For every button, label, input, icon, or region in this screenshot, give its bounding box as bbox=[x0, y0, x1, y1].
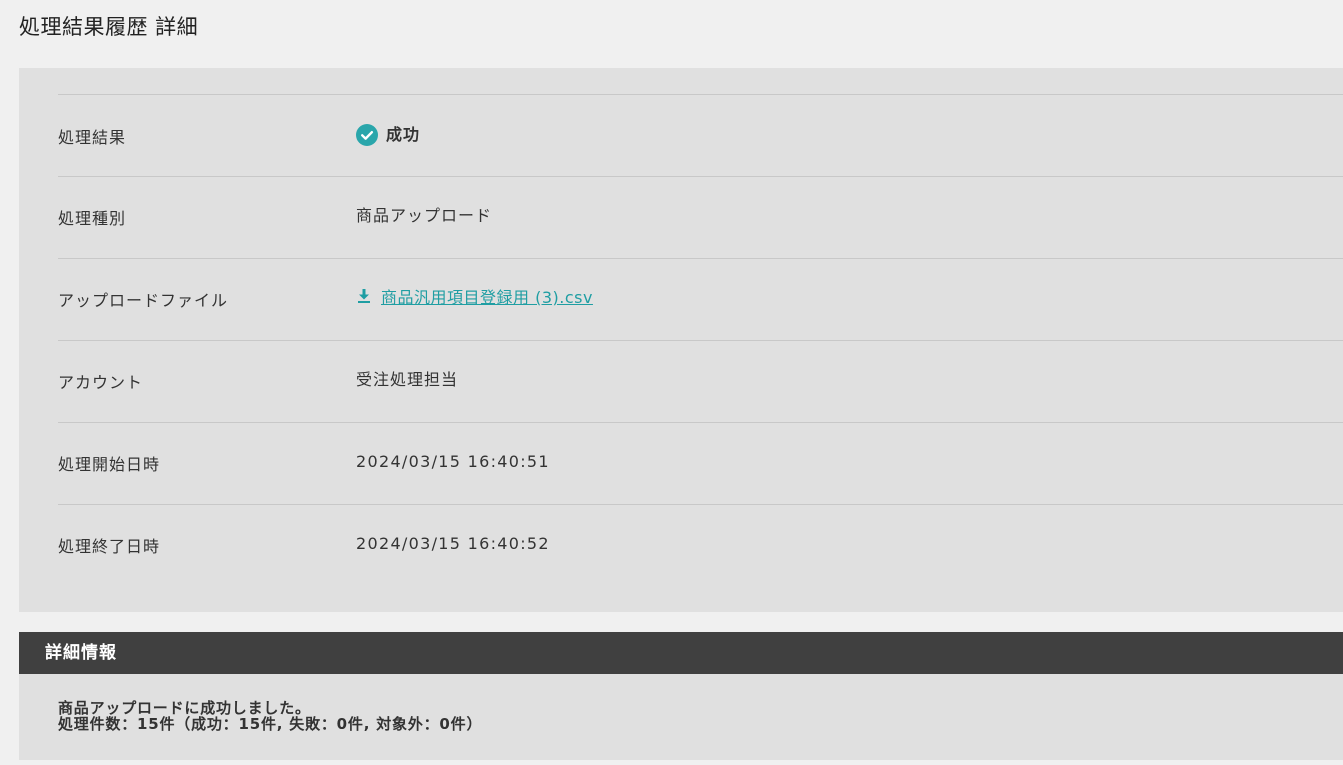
detail-row-account: アカウント 受注処理担当 bbox=[58, 341, 1343, 423]
type-value: 商品アップロード bbox=[356, 206, 493, 225]
end-time-label: 処理終了日時 bbox=[58, 537, 161, 556]
info-section-body: 商品アップロードに成功しました。 処理件数：15件（成功：15件, 失敗：0件,… bbox=[19, 674, 1343, 760]
info-section-header: 詳細情報 bbox=[19, 632, 1343, 674]
upload-file-value: 商品汎用項目登録用 (3).csv bbox=[356, 286, 593, 310]
status-text: 成功 bbox=[386, 125, 421, 144]
page-title: 処理結果履歴 詳細 bbox=[19, 15, 199, 39]
upload-file-label: アップロードファイル bbox=[58, 291, 229, 310]
start-time-label: 処理開始日時 bbox=[58, 455, 161, 474]
detail-list: 処理結果 成功 処理種別 商品アップロード アップロードファイル 商品汎用項目登… bbox=[58, 94, 1343, 586]
start-time-value: 2024/03/15 16:40:51 bbox=[356, 452, 550, 471]
detail-row-end-time: 処理終了日時 2024/03/15 16:40:52 bbox=[58, 505, 1343, 586]
detail-row-type: 処理種別 商品アップロード bbox=[58, 177, 1343, 259]
account-value: 受注処理担当 bbox=[356, 370, 459, 389]
detail-row-upload-file: アップロードファイル 商品汎用項目登録用 (3).csv bbox=[58, 259, 1343, 341]
check-circle-icon bbox=[356, 124, 378, 146]
info-section-title: 詳細情報 bbox=[45, 643, 117, 663]
file-name[interactable]: 商品汎用項目登録用 (3).csv bbox=[381, 286, 593, 310]
end-time-value: 2024/03/15 16:40:52 bbox=[356, 534, 550, 553]
detail-row-start-time: 処理開始日時 2024/03/15 16:40:51 bbox=[58, 423, 1343, 505]
result-value: 成功 bbox=[356, 123, 420, 147]
file-download-link[interactable]: 商品汎用項目登録用 (3).csv bbox=[356, 286, 593, 310]
result-label: 処理結果 bbox=[58, 128, 127, 147]
download-icon bbox=[356, 288, 372, 304]
detail-panel: 処理結果 成功 処理種別 商品アップロード アップロードファイル 商品汎用項目登… bbox=[19, 68, 1343, 612]
account-label: アカウント bbox=[58, 373, 144, 392]
info-count-summary: 処理件数：15件（成功：15件, 失敗：0件, 対象外：0件） bbox=[58, 715, 483, 733]
detail-row-result: 処理結果 成功 bbox=[58, 95, 1343, 177]
type-label: 処理種別 bbox=[58, 209, 127, 228]
